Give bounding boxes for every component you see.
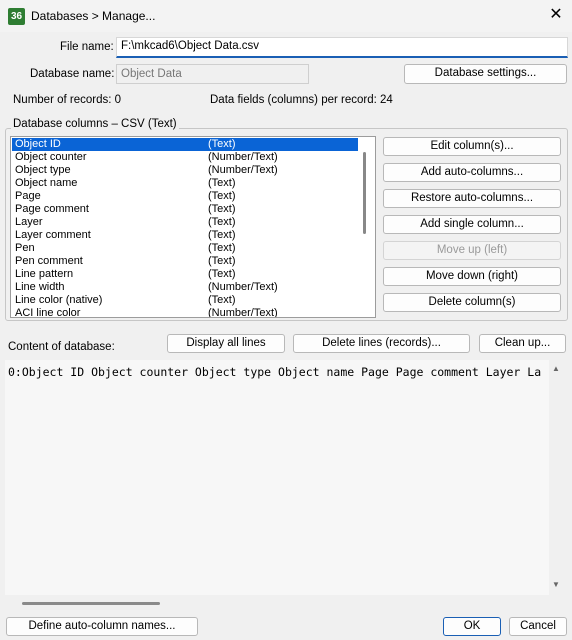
restore-auto-columns-button[interactable]: Restore auto-columns... <box>383 189 561 208</box>
column-type: (Text) <box>208 294 236 306</box>
list-item[interactable]: ACI line color (Number/Text) <box>12 307 358 318</box>
list-item[interactable]: Layer (Text) <box>12 216 358 229</box>
list-scrollbar-thumb[interactable] <box>363 152 366 234</box>
display-all-lines-button[interactable]: Display all lines <box>167 334 285 353</box>
database-settings-button[interactable]: Database settings... <box>404 64 567 84</box>
column-name: Line color (native) <box>15 294 103 306</box>
column-name: Pen <box>15 242 35 254</box>
column-type: (Number/Text) <box>208 307 278 318</box>
list-item[interactable]: Object ID (Text) <box>12 138 358 151</box>
list-item[interactable]: Line pattern (Text) <box>12 268 358 281</box>
column-type: (Number/Text) <box>208 164 278 176</box>
column-type: (Text) <box>208 177 236 189</box>
define-auto-column-names-button[interactable]: Define auto-column names... <box>6 617 198 636</box>
database-columns-title: Database columns – CSV (Text) <box>11 118 179 130</box>
add-single-column-button[interactable]: Add single column... <box>383 215 561 234</box>
column-name: Object type <box>15 164 71 176</box>
column-name: Page <box>15 190 41 202</box>
content-text: 0:Object ID Object counter Object type O… <box>8 365 542 379</box>
column-name: Object ID <box>15 138 61 150</box>
file-name-field[interactable]: F:\mkcad6\Object Data.csv <box>116 37 568 58</box>
column-name: Layer <box>15 216 43 228</box>
content-area[interactable] <box>5 360 549 595</box>
columns-listbox[interactable]: Object ID (Text) Object counter (Number/Tex… <box>10 136 376 318</box>
delete-lines-button[interactable]: Delete lines (records)... <box>293 334 470 353</box>
list-item[interactable]: Object counter (Number/Text) <box>12 151 358 164</box>
column-type: (Number/Text) <box>208 151 278 163</box>
ok-button[interactable]: OK <box>443 617 501 636</box>
list-item[interactable]: Page (Text) <box>12 190 358 203</box>
add-auto-columns-button[interactable]: Add auto-columns... <box>383 163 561 182</box>
column-name: Line pattern <box>15 268 74 280</box>
delete-columns-button[interactable]: Delete column(s) <box>383 293 561 312</box>
app-icon: 36 <box>8 8 25 25</box>
scroll-up-arrow-icon[interactable]: ▲ <box>552 364 560 373</box>
list-item[interactable]: Line color (native) (Text) <box>12 294 358 307</box>
cancel-button[interactable]: Cancel <box>509 617 567 636</box>
close-icon[interactable]: ✕ <box>545 4 567 26</box>
database-name-label: Database name: <box>30 68 115 80</box>
move-down-button[interactable]: Move down (right) <box>383 267 561 286</box>
column-type: (Text) <box>208 229 236 241</box>
list-item[interactable]: Pen comment (Text) <box>12 255 358 268</box>
number-of-records-text: Number of records: 0 <box>13 94 122 106</box>
edit-columns-button[interactable]: Edit column(s)... <box>383 137 561 156</box>
move-up-button[interactable]: Move up (left) <box>383 241 561 260</box>
scroll-down-arrow-icon[interactable]: ▼ <box>552 580 560 589</box>
column-name: Layer comment <box>15 229 91 241</box>
column-name: Object name <box>15 177 78 189</box>
content-of-database-label: Content of database: <box>8 341 115 353</box>
list-item[interactable]: Object name (Text) <box>12 177 358 190</box>
list-item[interactable]: Layer comment (Text) <box>12 229 358 242</box>
column-name: Line width <box>15 281 65 293</box>
column-type: (Text) <box>208 190 236 202</box>
file-name-label: File name: <box>60 41 114 53</box>
column-type: (Text) <box>208 138 236 150</box>
column-type: (Number/Text) <box>208 281 278 293</box>
fields-per-record-text: Data fields (columns) per record: 24 <box>210 94 393 106</box>
window-title: Databases > Manage... <box>31 9 156 23</box>
column-type: (Text) <box>208 242 236 254</box>
column-name: Pen comment <box>15 255 83 267</box>
list-item[interactable]: Page comment (Text) <box>12 203 358 216</box>
column-name: Page comment <box>15 203 89 215</box>
column-type: (Text) <box>208 216 236 228</box>
column-name: Object counter <box>15 151 87 163</box>
list-item[interactable]: Line width (Number/Text) <box>12 281 358 294</box>
column-type: (Text) <box>208 255 236 267</box>
column-name: ACI line color <box>15 307 81 318</box>
clean-up-button[interactable]: Clean up... <box>479 334 566 353</box>
column-type: (Text) <box>208 268 236 280</box>
column-type: (Text) <box>208 203 236 215</box>
list-item[interactable]: Object type (Number/Text) <box>12 164 358 177</box>
horizontal-scrollbar-thumb[interactable] <box>22 602 160 605</box>
list-item[interactable]: Pen (Text) <box>12 242 358 255</box>
database-name-field: Object Data <box>116 64 309 84</box>
